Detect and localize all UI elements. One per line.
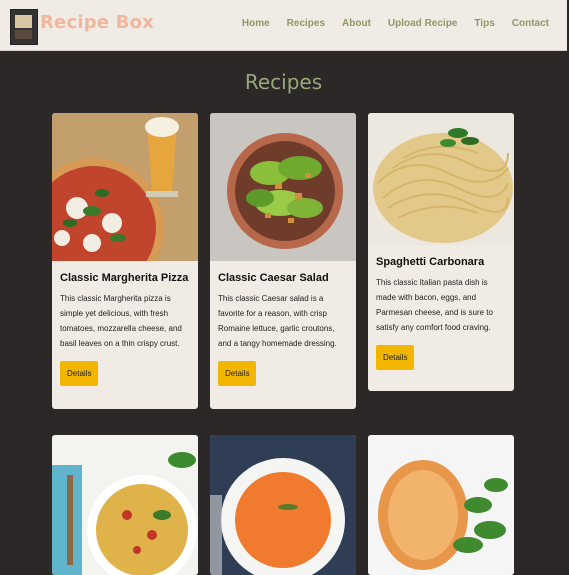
carbonara-image bbox=[368, 113, 514, 245]
tomato-soup-image bbox=[210, 435, 356, 575]
recipe-title: Spaghetti Carbonara bbox=[376, 256, 485, 268]
details-button[interactable]: Details bbox=[60, 361, 99, 386]
pizza-image bbox=[52, 113, 198, 261]
nav-links: Home Recipes About Upload Recipe Tips Co… bbox=[242, 18, 549, 29]
salmon-image bbox=[368, 435, 514, 575]
nav-about[interactable]: About bbox=[342, 18, 371, 29]
nav-contact[interactable]: Contact bbox=[512, 18, 549, 29]
recipe-card: Classic Caesar Salad This classic Caesar… bbox=[210, 113, 356, 409]
pasta-salad-image bbox=[52, 435, 198, 575]
recipe-card: Classic Margherita Pizza This classic Ma… bbox=[52, 113, 198, 409]
recipe-description: This classic Caesar salad is a favorite … bbox=[218, 294, 337, 348]
details-button[interactable]: Details bbox=[376, 345, 415, 370]
nav-tips[interactable]: Tips bbox=[474, 18, 494, 29]
nav-home[interactable]: Home bbox=[242, 18, 270, 29]
recipe-card bbox=[52, 435, 198, 575]
nav-recipes[interactable]: Recipes bbox=[287, 18, 325, 29]
recipe-title: Classic Margherita Pizza bbox=[60, 272, 189, 284]
nav-upload-recipe[interactable]: Upload Recipe bbox=[388, 18, 457, 29]
recipe-card bbox=[368, 435, 514, 575]
recipe-description: This classic Margherita pizza is simple … bbox=[60, 294, 182, 348]
recipe-grid: Classic Margherita Pizza This classic Ma… bbox=[52, 113, 516, 575]
caesar-salad-image bbox=[210, 113, 356, 261]
navbar: Recipe Box Home Recipes About Upload Rec… bbox=[0, 0, 567, 51]
page-title: Recipes bbox=[244, 70, 323, 94]
recipe-box-logo-icon[interactable] bbox=[10, 9, 38, 45]
recipe-card bbox=[210, 435, 356, 575]
recipe-card: Spaghetti Carbonara This classic Italian… bbox=[368, 113, 514, 391]
brand-name[interactable]: Recipe Box bbox=[40, 12, 154, 33]
recipe-description: This classic Italian pasta dish is made … bbox=[376, 278, 493, 332]
details-button[interactable]: Details bbox=[218, 361, 257, 386]
recipe-title: Classic Caesar Salad bbox=[218, 272, 329, 284]
